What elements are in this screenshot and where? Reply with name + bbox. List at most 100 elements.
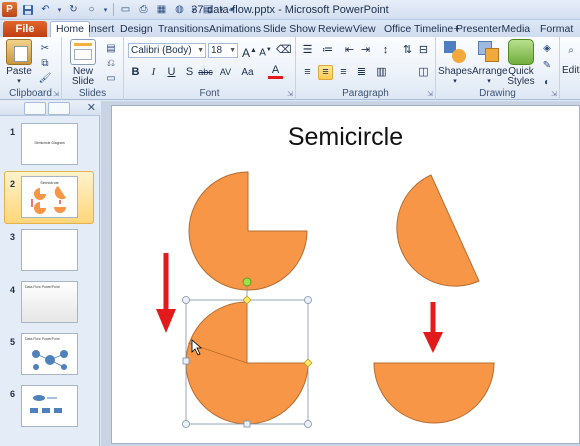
title-bar: P ↶ ▾ ↻ ○ ▾ ▭ ⎙ ▦ ◍ ▾ ▤ ▾ ▾ 37-data-flow… bbox=[0, 0, 580, 20]
tab-design[interactable]: Design bbox=[120, 22, 153, 37]
align-text-icon[interactable]: ⊟ bbox=[416, 43, 431, 58]
drawing-launcher-icon[interactable]: ⇲ bbox=[551, 90, 557, 98]
quick-styles-button[interactable]: Quick Styles bbox=[506, 39, 536, 87]
slides-pane-tab[interactable] bbox=[24, 102, 46, 115]
tab-review[interactable]: Review bbox=[318, 22, 352, 37]
semicircle-shape-bottom-right[interactable] bbox=[373, 362, 495, 424]
font-size-dropdown-icon[interactable]: ▼ bbox=[229, 44, 236, 57]
grow-font-icon[interactable]: A▲ bbox=[242, 43, 257, 60]
red-arrow-left[interactable] bbox=[156, 253, 176, 333]
paste-dropdown-icon[interactable]: ▾ bbox=[4, 77, 34, 87]
bullets-icon[interactable]: ☰ bbox=[300, 43, 315, 58]
drawing-group-label: Drawing bbox=[479, 88, 516, 99]
group-font: Calibri (Body) ▼ 18 ▼ A▲ A▼ ⌫ B I U S ab… bbox=[124, 37, 296, 100]
group-slides: New Slide ▤ ⎌ ▭ Slides bbox=[62, 37, 124, 100]
slide-thumbnail-5[interactable]: Data Flow PowerPoint bbox=[21, 333, 78, 375]
tab-animations[interactable]: Animations bbox=[209, 22, 261, 37]
editing-label[interactable]: Editi bbox=[562, 65, 580, 76]
slide-thumbnail-4[interactable]: Data Flow PowerPoint bbox=[21, 281, 78, 323]
text-direction-icon[interactable]: ⇅ bbox=[400, 43, 415, 58]
shapes-button[interactable]: Shapes ▾ bbox=[438, 39, 472, 87]
group-paragraph: ☰ ≔ ⇤ ⇥ ↕ ⇅ ⊟ ≡ ≡ ≡ ≣ ▥ ◫ Paragraph ⇲ bbox=[296, 37, 436, 100]
strikethrough-icon[interactable]: abc bbox=[198, 65, 213, 80]
bold-icon[interactable]: B bbox=[128, 65, 143, 80]
format-painter-icon[interactable]: 🖌 bbox=[38, 71, 52, 85]
character-spacing-icon[interactable]: AV bbox=[218, 65, 233, 80]
align-right-icon[interactable]: ≡ bbox=[336, 65, 351, 80]
font-launcher-icon[interactable]: ⇲ bbox=[287, 90, 293, 98]
slides-pane: ✕ 1 Semicircle Diagram 2 Semicircle 3 4 … bbox=[0, 101, 100, 446]
arrange-dropdown-icon[interactable]: ▾ bbox=[472, 77, 506, 87]
slide-thumbnail-6[interactable] bbox=[21, 385, 78, 427]
shrink-font-icon[interactable]: A▼ bbox=[258, 43, 273, 58]
font-family-dropdown-icon[interactable]: ▼ bbox=[197, 44, 204, 57]
tab-transitions[interactable]: Transitions bbox=[158, 22, 209, 37]
justify-icon[interactable]: ≣ bbox=[354, 65, 369, 80]
shape-fill-icon[interactable]: ◈ bbox=[540, 41, 554, 55]
tab-office-timeline[interactable]: Office Timeline+ bbox=[384, 22, 459, 37]
arrange-button[interactable]: Arrange ▾ bbox=[472, 39, 508, 87]
window-title: 37-data-flow.pptx - Microsoft PowerPoint bbox=[191, 4, 389, 16]
italic-icon[interactable]: I bbox=[146, 65, 161, 80]
increase-indent-icon[interactable]: ⇥ bbox=[358, 43, 373, 58]
paragraph-launcher-icon[interactable]: ⇲ bbox=[427, 90, 433, 98]
clear-formatting-icon[interactable]: ⌫ bbox=[276, 43, 292, 58]
slide-number: 6 bbox=[10, 389, 16, 399]
tab-presentermedia[interactable]: PresenterMedia bbox=[456, 22, 530, 37]
outline-pane-tab[interactable] bbox=[48, 102, 70, 115]
red-arrow-right[interactable] bbox=[423, 302, 443, 353]
line-spacing-icon[interactable]: ↕ bbox=[378, 43, 393, 58]
group-clipboard: Paste ▾ ✂ ⧉ 🖌 Clipboard ⇲ bbox=[0, 37, 62, 100]
tab-format[interactable]: Format bbox=[540, 22, 573, 37]
slide-number: 2 bbox=[10, 179, 16, 189]
thumbnail-caption: Data Flow PowerPoint bbox=[25, 285, 60, 289]
close-pane-icon[interactable]: ✕ bbox=[87, 101, 96, 114]
layout-icon[interactable]: ▤ bbox=[104, 41, 118, 55]
copy-icon[interactable]: ⧉ bbox=[38, 56, 52, 70]
numbering-icon[interactable]: ≔ bbox=[320, 43, 335, 58]
new-slide-button[interactable]: New Slide bbox=[66, 39, 100, 87]
shapes-dropdown-icon[interactable]: ▾ bbox=[438, 77, 472, 87]
slides-group-label: Slides bbox=[78, 88, 107, 99]
shape-outline-icon[interactable]: ✎ bbox=[540, 58, 554, 72]
slide-number: 1 bbox=[10, 127, 16, 137]
slide-canvas[interactable]: Semicircle bbox=[111, 105, 580, 444]
font-color-icon[interactable]: A bbox=[268, 65, 283, 79]
slide-editor: Semicircle bbox=[101, 101, 580, 446]
decrease-indent-icon[interactable]: ⇤ bbox=[342, 43, 357, 58]
underline-icon[interactable]: U bbox=[164, 65, 179, 80]
section-icon[interactable]: ▭ bbox=[104, 71, 118, 85]
slide-thumbnail-2[interactable]: Semicircle bbox=[21, 176, 78, 218]
columns-icon[interactable]: ▥ bbox=[374, 65, 389, 80]
tab-home[interactable]: Home bbox=[50, 21, 91, 37]
tab-slide-show[interactable]: Slide Show bbox=[263, 22, 316, 37]
font-group-label: Font bbox=[199, 88, 220, 99]
thumbnail-caption: Semicircle Diagram bbox=[34, 141, 65, 145]
font-family-select[interactable]: Calibri (Body) ▼ bbox=[128, 43, 206, 58]
ribbon-home: Paste ▾ ✂ ⧉ 🖌 Clipboard ⇲ New Slide ▤ ⎌ … bbox=[0, 37, 580, 100]
shapes-icon bbox=[442, 39, 468, 65]
tab-view[interactable]: View bbox=[353, 22, 376, 37]
shape-effects-icon[interactable]: ◐ bbox=[540, 75, 554, 89]
shadow-icon[interactable]: S bbox=[182, 65, 197, 80]
slide-thumbnail-3[interactable] bbox=[21, 229, 78, 271]
align-left-icon[interactable]: ≡ bbox=[300, 65, 315, 80]
find-icon[interactable]: ⌕ bbox=[564, 43, 578, 57]
cut-icon[interactable]: ✂ bbox=[38, 41, 52, 55]
reset-icon[interactable]: ⎌ bbox=[104, 56, 118, 70]
slide-thumbnail-1[interactable]: Semicircle Diagram bbox=[21, 123, 78, 165]
quick-styles-icon bbox=[508, 39, 534, 65]
semicircle-shape-top-right[interactable] bbox=[396, 174, 480, 287]
pane-tabs: ✕ bbox=[0, 101, 100, 116]
paste-button[interactable]: Paste ▾ bbox=[4, 39, 34, 87]
change-case-icon[interactable]: Aa bbox=[240, 65, 255, 80]
smartart-icon[interactable]: ◫ bbox=[416, 65, 431, 80]
font-size-select[interactable]: 18 ▼ bbox=[208, 43, 238, 58]
clipboard-launcher-icon[interactable]: ⇲ bbox=[53, 90, 59, 98]
tab-file[interactable]: File bbox=[3, 21, 47, 37]
pie-shape-top-left[interactable] bbox=[188, 171, 308, 291]
new-slide-label-2: Slide bbox=[71, 76, 95, 87]
tab-insert[interactable]: Insert bbox=[88, 22, 114, 37]
align-center-icon[interactable]: ≡ bbox=[318, 65, 333, 80]
rotation-handle[interactable] bbox=[242, 277, 252, 287]
